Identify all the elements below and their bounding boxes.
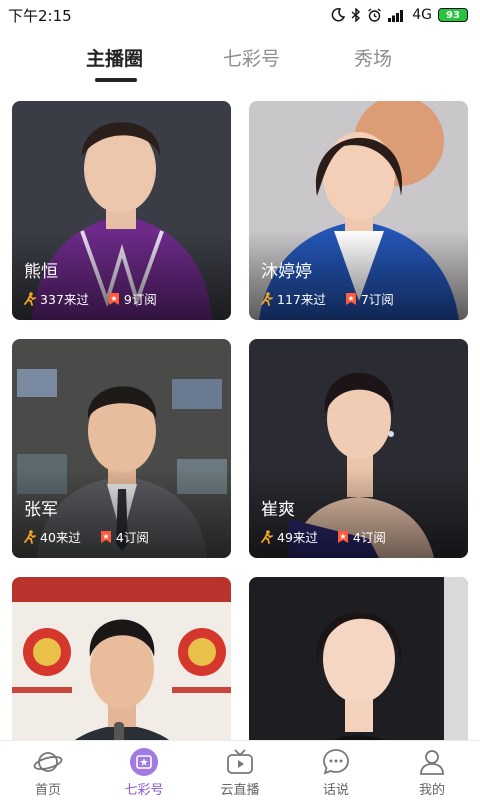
nav-label: 我的 [418,783,445,798]
active-tab-indicator [95,78,137,82]
nav-label: 云直播 [220,783,260,798]
subscribe-count: 9订阅 [123,292,157,307]
nav-label: 七彩号 [124,783,164,798]
status-bar: 下午2:15 4G 93 [0,0,480,30]
visit-count: 40来过 [40,530,81,545]
planet-icon [33,752,63,772]
nav-qicaihao[interactable]: 七彩号 [96,741,192,800]
anchor-grid: 熊恒 337来过 9订阅 沐婷婷 117来过 7订阅 张军 40来过 4订阅 崔… [12,101,468,741]
alarm-icon [368,7,382,22]
tab-zhubo-quan[interactable]: 主播圈 [86,44,143,71]
nav-label: 首页 [34,783,61,798]
bookmark-icon [337,530,348,543]
visit-stat: 49来过 [260,527,318,546]
status-time: 下午2:15 [8,6,72,25]
visit-count: 117来过 [277,292,326,307]
bottom-nav: 首页 七彩号 云直播 话说 我的 [0,740,480,800]
anchor-card[interactable]: 沐婷婷 117来过 7订阅 [249,101,468,320]
battery-level: 93 [446,9,460,21]
nav-talk[interactable]: 话说 [288,741,384,800]
nav-label: 话说 [322,783,349,798]
tab-xiuchang[interactable]: 秀场 [354,44,392,71]
anchor-card[interactable]: 崔爽 49来过 4订阅 [249,339,468,558]
battery-icon: 93 [438,8,468,22]
nav-live[interactable]: 云直播 [192,741,288,800]
tv-icon [227,749,253,774]
runner-icon [24,291,36,306]
user-icon [420,750,444,775]
subscribe-count: 7订阅 [360,292,394,307]
status-icons: 4G 93 [331,7,468,23]
subscribe-stat: 4订阅 [99,527,149,546]
chat-icon [323,749,349,775]
anchor-stats: 49来过 4订阅 [260,527,404,546]
visit-count: 337来过 [40,292,89,307]
bookmark-icon [108,292,119,305]
subscribe-count: 4订阅 [115,530,149,545]
anchor-card[interactable] [12,577,231,741]
visit-stat: 337来过 [23,289,89,308]
subscribe-stat: 4订阅 [336,527,386,546]
anchor-photo [12,577,231,741]
bookmark-icon [100,530,111,543]
anchor-photo [249,577,468,741]
anchor-name: 沐婷婷 [261,262,312,282]
anchor-stats: 40来过 4订阅 [23,527,167,546]
bluetooth-icon [351,8,361,22]
anchor-name: 张军 [24,500,58,520]
network-type: 4G [412,7,432,23]
bookmark-icon [345,292,356,305]
anchor-name: 熊恒 [24,262,58,282]
runner-icon [24,529,36,544]
anchor-card[interactable]: 张军 40来过 4订阅 [12,339,231,558]
subscribe-stat: 9订阅 [107,289,157,308]
anchor-stats: 337来过 9订阅 [23,289,175,308]
nav-home[interactable]: 首页 [0,741,96,800]
signal-icon [388,9,404,22]
anchor-stats: 117来过 7订阅 [260,289,412,308]
visit-count: 49来过 [277,530,318,545]
runner-icon [261,529,273,544]
tab-qicaihao[interactable]: 七彩号 [223,44,280,71]
nav-mine[interactable]: 我的 [384,741,480,800]
moon-icon [331,8,346,22]
anchor-name: 崔爽 [261,500,295,520]
subscribe-stat: 7订阅 [344,289,394,308]
subscribe-count: 4订阅 [352,530,386,545]
top-tabs: 主播圈 七彩号 秀场 [0,38,480,88]
visit-stat: 40来过 [23,527,81,546]
runner-icon [261,291,273,306]
visit-stat: 117来过 [260,289,326,308]
qicaihao-icon [130,748,158,776]
anchor-card[interactable] [249,577,468,741]
anchor-card[interactable]: 熊恒 337来过 9订阅 [12,101,231,320]
